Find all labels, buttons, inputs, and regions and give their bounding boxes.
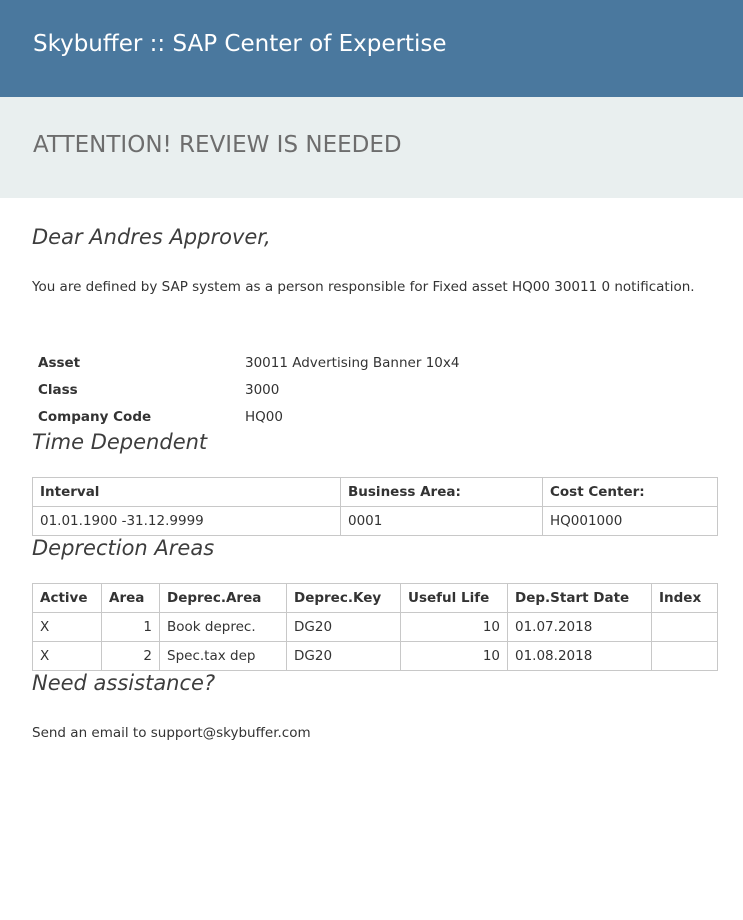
class-value: 3000 xyxy=(245,381,280,398)
cell-area: 2 xyxy=(101,641,160,671)
greeting: Dear Andres Approver, xyxy=(32,225,271,249)
cell-dep-start-date: 01.07.2018 xyxy=(507,612,652,642)
cell-active: X xyxy=(32,612,102,642)
table-row: X 2 Spec.tax dep DG20 10 01.08.2018 xyxy=(32,641,718,671)
cell-active: X xyxy=(32,641,102,671)
table-header-row: Active Area Deprec.Area Deprec.Key Usefu… xyxy=(32,583,718,613)
col-interval: Interval xyxy=(32,477,341,507)
class-row: Class 3000 xyxy=(32,376,459,403)
company-code-row: Company Code HQ00 xyxy=(32,403,459,430)
cell-index xyxy=(651,612,718,642)
col-deprec-key: Deprec.Key xyxy=(286,583,401,613)
company-code-label: Company Code xyxy=(38,408,152,425)
header-title: Skybuffer :: SAP Center of Expertise xyxy=(33,31,447,57)
cell-deprec-key: DG20 xyxy=(286,612,401,642)
email-header: Skybuffer :: SAP Center of Expertise xyxy=(0,0,743,97)
time-dependent-title: Time Dependent xyxy=(32,430,208,454)
col-business-area: Business Area: xyxy=(340,477,543,507)
cell-useful-life: 10 xyxy=(400,612,508,642)
time-dependent-table: Interval Business Area: Cost Center: 01.… xyxy=(32,477,718,536)
cell-area: 1 xyxy=(101,612,160,642)
class-label: Class xyxy=(38,381,78,398)
col-useful-life: Useful Life xyxy=(400,583,508,613)
cell-dep-start-date: 01.08.2018 xyxy=(507,641,652,671)
cell-deprec-area: Book deprec. xyxy=(159,612,287,642)
table-row: X 1 Book deprec. DG20 10 01.07.2018 xyxy=(32,612,718,642)
cell-interval: 01.01.1900 -31.12.9999 xyxy=(32,506,341,536)
company-code-value: HQ00 xyxy=(245,408,283,425)
deprec-areas-table: Active Area Deprec.Area Deprec.Key Usefu… xyxy=(32,583,718,671)
cell-index xyxy=(651,641,718,671)
email-body: Dear Andres Approver, You are defined by… xyxy=(0,198,743,741)
cell-useful-life: 10 xyxy=(400,641,508,671)
col-active: Active xyxy=(32,583,102,613)
asset-value: 30011 Advertising Banner 10x4 xyxy=(245,354,460,371)
col-deprec-area: Deprec.Area xyxy=(159,583,287,613)
table-row: 01.01.1900 -31.12.9999 0001 HQ001000 xyxy=(32,506,718,536)
asset-info-table: Asset 30011 Advertising Banner 10x4 Clas… xyxy=(32,349,459,430)
col-dep-start-date: Dep.Start Date xyxy=(507,583,652,613)
intro-text: You are defined by SAP system as a perso… xyxy=(32,279,695,295)
col-area: Area xyxy=(101,583,160,613)
deprec-areas-title: Deprection Areas xyxy=(32,536,215,560)
cell-business-area: 0001 xyxy=(340,506,543,536)
col-index: Index xyxy=(651,583,718,613)
assistance-title: Need assistance? xyxy=(32,671,216,695)
asset-row: Asset 30011 Advertising Banner 10x4 xyxy=(32,349,459,376)
col-cost-center: Cost Center: xyxy=(542,477,718,507)
assistance-text: Send an email to support@skybuffer.com xyxy=(32,725,311,741)
cell-cost-center: HQ001000 xyxy=(542,506,718,536)
cell-deprec-area: Spec.tax dep xyxy=(159,641,287,671)
table-header-row: Interval Business Area: Cost Center: xyxy=(32,477,718,507)
asset-label: Asset xyxy=(38,354,81,371)
attention-banner: ATTENTION! REVIEW IS NEEDED xyxy=(0,97,743,198)
attention-title: ATTENTION! REVIEW IS NEEDED xyxy=(33,132,402,158)
cell-deprec-key: DG20 xyxy=(286,641,401,671)
